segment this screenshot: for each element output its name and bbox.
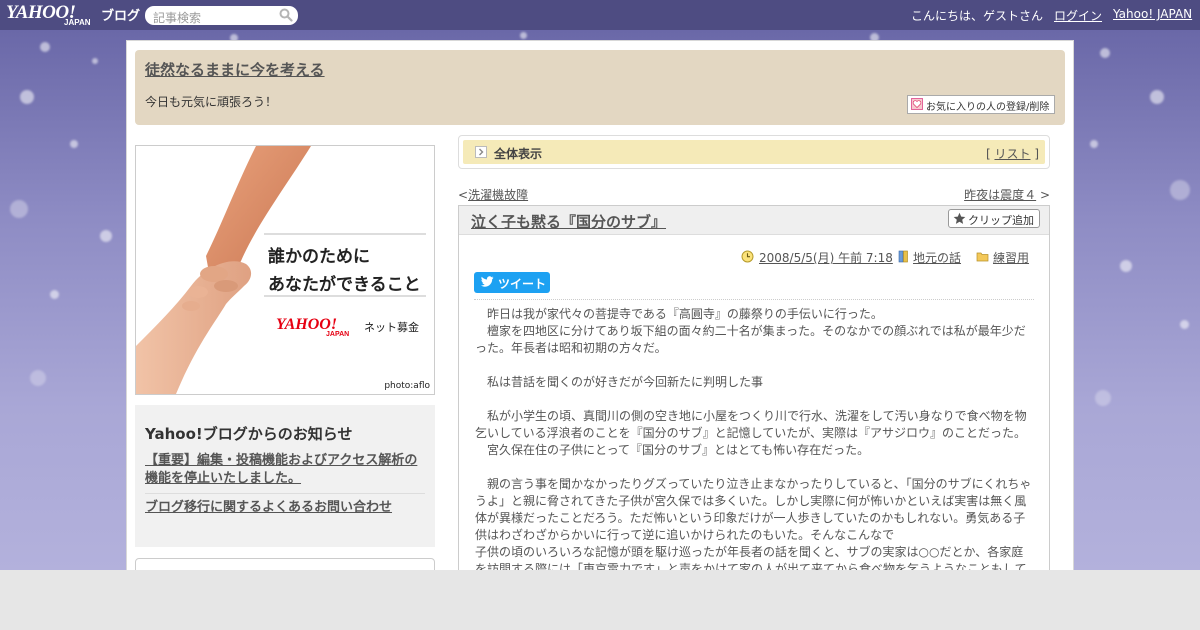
- article-category-link[interactable]: 地元の話: [913, 249, 961, 266]
- article-paragraph: 檀家を四地区に分けてあり坂下組の面々約二十名が集まった。そのなかでの顔ぶれでは私…: [475, 324, 1026, 355]
- article-paragraph: [475, 459, 1035, 476]
- logo-sub: JAPAN: [64, 18, 91, 27]
- blog-header: 徒然なるままに今を考える 今日も元気に頑張ろう！ お気に入りの人の登録/削除: [135, 50, 1065, 125]
- tweet-button[interactable]: ツイート: [474, 272, 550, 293]
- heart-icon: [911, 98, 923, 110]
- clip-add-button[interactable]: クリップ追加: [948, 209, 1040, 228]
- article-divider: [474, 299, 1034, 300]
- category-list-wrapper: [ リスト ]: [985, 147, 1039, 161]
- blog-title-link[interactable]: 徒然なるままに今を考える: [145, 59, 325, 80]
- bokeh-light: [30, 370, 46, 386]
- list-link[interactable]: リスト: [994, 147, 1030, 161]
- bokeh-light: [70, 140, 78, 148]
- clip-button-label: クリップ追加: [968, 214, 1034, 227]
- logo-blog: ブログ: [101, 9, 141, 24]
- greeting-text: こんにちは、ゲストさん: [910, 9, 1043, 23]
- donation-banner[interactable]: 誰かのために あなたができること YAHOO! JAPAN ネット募金 phot…: [135, 145, 435, 395]
- tweet-label: ツイート: [498, 277, 547, 291]
- notice-title: Yahoo!ブログからのお知らせ: [145, 425, 353, 443]
- star-icon: [953, 212, 966, 224]
- article-paragraph: 私が小学生の頃、真間川の側の空き地に小屋をつくり川で行水、洗濯をして汚い身なりで…: [475, 409, 1027, 440]
- bokeh-light: [1180, 320, 1189, 329]
- book-icon: [898, 250, 908, 263]
- article-folder-link[interactable]: 練習用: [993, 249, 1029, 266]
- banner-service-name: ネット募金: [364, 321, 419, 334]
- search-placeholder: 記事検索: [153, 11, 202, 25]
- article-paragraph: [475, 357, 1035, 374]
- bokeh-light: [92, 58, 98, 64]
- bokeh-light: [1090, 140, 1098, 148]
- clock-icon: [741, 250, 754, 263]
- banner-line-2: あなたができること: [268, 275, 421, 295]
- category-bar-inner: 全体表示 [ リスト ]: [463, 140, 1045, 164]
- bokeh-light: [20, 90, 34, 104]
- blog-description: 今日も元気に頑張ろう！: [145, 95, 278, 109]
- article-title[interactable]: 泣く子も黙る『国分のサブ』: [471, 211, 666, 232]
- article-body: 昨日は我が家代々の菩提寺である『高圓寺』の藤祭りの手伝いに行った。 檀家を四地区…: [475, 306, 1035, 584]
- next-article-link[interactable]: 昨夜は震度４: [964, 188, 1036, 202]
- notice-link-faq[interactable]: ブログ移行に関するよくあるお問い合わせ: [145, 499, 427, 517]
- notice-box: Yahoo!ブログからのお知らせ 【重要】編集・投稿機能およびアクセス解析の機能…: [135, 405, 435, 547]
- bokeh-light: [1095, 390, 1111, 406]
- twitter-bird-icon: [481, 276, 494, 287]
- chevron-right-icon: [475, 146, 487, 158]
- category-all-label[interactable]: 全体表示: [494, 145, 542, 162]
- article-paragraph: 宮久保在住の子供にとって『国分のサブ』とはとても怖い存在だった。: [475, 443, 870, 457]
- category-bar: 全体表示 [ リスト ]: [458, 135, 1050, 169]
- notice-link-important[interactable]: 【重要】編集・投稿機能およびアクセス解析の機能を停止いたしました。: [145, 452, 427, 488]
- notice-divider: [145, 493, 425, 494]
- bokeh-light: [520, 32, 527, 39]
- favorite-button-label: お気に入りの人の登録/削除: [926, 102, 1050, 113]
- search-input[interactable]: 記事検索: [145, 6, 298, 25]
- article-paragraph: 昨日は我が家代々の菩提寺である『高圓寺』の藤祭りの手伝いに行った。: [475, 307, 883, 321]
- next-article-nav: 昨夜は震度４ >: [964, 188, 1050, 202]
- bokeh-light: [1100, 48, 1110, 58]
- folder-icon: [976, 252, 989, 262]
- top-bar: YAHOO! JAPAN ブログ 記事検索 こんにちは、ゲストさん ログイン Y…: [0, 0, 1200, 30]
- article-paragraph: 親の言う事を聞かなかったりグズっていたり泣き止まなかったりしていると、「国分のサ…: [475, 477, 1032, 542]
- banner-photo-credit: photo:aflo: [384, 381, 430, 391]
- article-date-link[interactable]: 2008/5/5(月) 午前 7:18: [759, 249, 893, 266]
- yahoo-japan-link[interactable]: Yahoo! JAPAN: [1113, 7, 1192, 21]
- bokeh-light: [1170, 180, 1190, 200]
- favorite-register-button[interactable]: お気に入りの人の登録/削除: [907, 95, 1055, 114]
- bokeh-light: [1120, 260, 1132, 272]
- bokeh-light: [40, 42, 50, 52]
- page-footer-area: [0, 570, 1200, 630]
- prev-article-nav: <洗濯機故障: [458, 188, 529, 202]
- article-paragraph: [475, 391, 1035, 408]
- bokeh-light: [50, 290, 59, 299]
- banner-yahoo-logo-sub: JAPAN: [326, 331, 350, 338]
- bokeh-light: [10, 200, 28, 218]
- bokeh-light: [1150, 90, 1164, 104]
- search-icon[interactable]: [279, 8, 293, 22]
- article-paragraph: 私は昔話を聞くのが好きだが今回新たに判明した事: [475, 375, 764, 389]
- prev-article-link[interactable]: 洗濯機故障: [468, 188, 528, 202]
- article: 泣く子も黙る『国分のサブ』 クリップ追加 2008/5/5(月) 午前 7:18…: [458, 205, 1050, 585]
- article-header: 泣く子も黙る『国分のサブ』 クリップ追加: [459, 206, 1049, 235]
- banner-line-1: 誰かのために: [268, 247, 370, 267]
- login-link[interactable]: ログイン: [1054, 7, 1102, 24]
- bokeh-light: [100, 230, 112, 242]
